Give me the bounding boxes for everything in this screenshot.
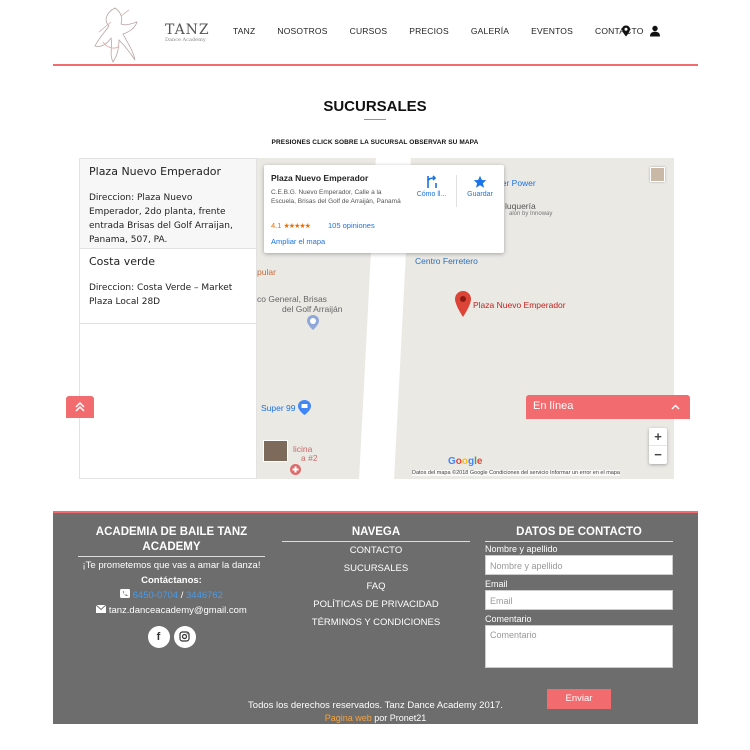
branch-item-costa-verde[interactable]: Costa verde Direccion: Costa Verde – Mar… [80, 249, 256, 324]
site-header: TANZ Dance Academy TANZ NOSOTROS CURSOS … [53, 0, 698, 66]
credit-text: por Pronet21 [371, 713, 427, 723]
logo-dancer-icon[interactable] [85, 2, 159, 64]
map-label-salon: alon by Innoway [509, 211, 553, 217]
branch-name: Costa verde [89, 255, 156, 268]
footer-academy-title: ACADEMIA DE BAILE TANZ ACADEMY [78, 525, 265, 557]
nav-item-eventos[interactable]: EVENTOS [531, 26, 573, 36]
brand-tagline: Dance Academy [165, 37, 206, 43]
map-attribution[interactable]: Datos del mapa ©2018 Google Condiciones … [412, 470, 620, 476]
nav-item-cursos[interactable]: CURSOS [350, 26, 388, 36]
footer-credit: Pagina web por Pronet21 [53, 713, 698, 723]
name-label: Nombre y apellido [485, 544, 558, 554]
footer-promise: ¡Te prometemos que vas a amar la danza! [82, 560, 261, 571]
branch-address: Direccion: Costa Verde – Market Plaza Lo… [89, 283, 233, 307]
chat-widget[interactable]: En línea [526, 395, 690, 419]
branch-address: Direccion: Plaza Nuevo Emperador, 2do pl… [89, 193, 233, 245]
expand-map-link[interactable]: Ampliar el mapa [271, 237, 325, 246]
nav-item-galeria[interactable]: GALERÍA [471, 26, 509, 36]
comment-field[interactable]: Comentario [485, 625, 673, 668]
user-icon[interactable] [649, 25, 661, 37]
title-underline [364, 119, 386, 120]
phone-separator: / [178, 590, 186, 601]
credit-link[interactable]: Pagina web [325, 713, 372, 723]
email-link[interactable]: tanz.danceacademy@gmail.com [109, 605, 247, 616]
social-links: f [78, 626, 265, 648]
brand-name[interactable]: TANZ [165, 22, 210, 38]
google-logo: Google [448, 456, 483, 467]
map-embed[interactable]: per Power luquería alon by Innoway Centr… [257, 158, 674, 479]
email-field[interactable]: Email [485, 590, 673, 610]
envelope-icon [95, 604, 107, 613]
chat-label: En línea [533, 400, 574, 412]
clinic-marker-icon[interactable] [290, 464, 301, 475]
map-label-clinica-2: a #2 [301, 453, 318, 463]
branch-list: Plaza Nuevo Emperador Direccion: Plaza N… [79, 158, 257, 479]
footer-link-contacto[interactable]: CONTACTO [282, 542, 470, 560]
footer-copyright: Todos los derechos reservados. Tanz Danc… [248, 700, 503, 711]
footer-phones: 6450-0704 / 3446762 [78, 589, 265, 602]
nav-item-nosotros[interactable]: NOSOTROS [277, 26, 327, 36]
phone-icon [120, 589, 130, 598]
phone-link-1[interactable]: 6450-0704 [133, 590, 178, 601]
footer-contact-form: DATOS DE CONTACTO Nombre y apellido Nomb… [485, 525, 673, 709]
main-nav: TANZ NOSOTROS CURSOS PRECIOS GALERÍA EVE… [233, 26, 665, 36]
footer-contact-label: Contáctanos: [141, 575, 202, 586]
satellite-toggle-thumbnail[interactable] [650, 167, 665, 182]
street-view-thumbnail[interactable] [263, 440, 288, 462]
double-chevron-up-icon [75, 401, 85, 412]
footer-nav-column: NAVEGA CONTACTO SUCURSALES FAQ POLÍTICAS… [282, 525, 470, 632]
nav-item-tanz[interactable]: TANZ [233, 26, 255, 36]
star-rating-icon: ★★★★★ [283, 223, 311, 230]
directions-label: Cómo ll... [416, 191, 447, 198]
footer-email: tanz.danceacademy@gmail.com [78, 604, 265, 617]
store-marker-icon[interactable] [298, 400, 311, 415]
phone-link-2[interactable]: 3446762 [186, 590, 223, 601]
save-label: Guardar [467, 191, 493, 198]
footer-contact-title: DATOS DE CONTACTO [485, 525, 673, 542]
card-separator [456, 175, 457, 207]
email-label: Email [485, 579, 508, 589]
card-rating: 4.1 ★★★★★ [271, 221, 311, 230]
zoom-in-button[interactable]: + [649, 428, 667, 446]
directions-button[interactable]: Cómo ll... [414, 175, 449, 198]
instagram-icon[interactable] [173, 626, 196, 648]
save-button[interactable]: Guardar [460, 175, 500, 198]
map-label-peluqueria: luquería [505, 201, 536, 211]
chevron-up-icon [671, 404, 680, 410]
directions-icon [426, 175, 437, 188]
map-label-centro-ferretero: Centro Ferretero [415, 256, 478, 266]
card-reviews-link[interactable]: 105 opiniones [328, 221, 375, 230]
footer-link-sucursales[interactable]: SUCURSALES [282, 560, 470, 578]
zoom-out-button[interactable]: − [649, 446, 667, 464]
nav-item-precios[interactable]: PRECIOS [409, 26, 449, 36]
footer-link-faq[interactable]: FAQ [282, 578, 470, 596]
comment-label: Comentario [485, 614, 532, 624]
location-pin-icon[interactable] [620, 25, 632, 37]
map-info-card: Plaza Nuevo Emperador C.E.B.G. Nuevo Emp… [264, 165, 504, 253]
map-pin-icon[interactable] [455, 291, 471, 317]
star-icon [473, 175, 487, 188]
map-label-hospital-2: del Golf Arraiján [282, 304, 343, 314]
name-field[interactable]: Nombre y apellido [485, 555, 673, 575]
footer-link-terms[interactable]: TÉRMINOS Y CONDICIONES [282, 614, 470, 632]
branch-item-plaza-nuevo-emperador[interactable]: Plaza Nuevo Emperador Direccion: Plaza N… [80, 159, 256, 249]
site-footer: ACADEMIA DE BAILE TANZ ACADEMY ¡Te prome… [53, 511, 698, 724]
map-label-popular: pular [257, 267, 276, 277]
footer-link-privacy[interactable]: POLÍTICAS DE PRIVACIDAD [282, 596, 470, 614]
page-instruction: PRESIONES CLICK SOBRE LA SUCURSAL OBSERV… [271, 139, 479, 146]
hospital-marker-icon[interactable] [307, 315, 319, 330]
facebook-icon[interactable]: f [147, 626, 170, 648]
map-label-hospital: co General, Brisas [257, 294, 327, 304]
page-title: SUCURSALES [323, 98, 427, 115]
rating-value: 4.1 [271, 221, 282, 230]
map-label-super-99: Super 99 [261, 403, 296, 413]
footer-nav-title: NAVEGA [282, 525, 470, 542]
scroll-to-top-button[interactable] [66, 396, 94, 418]
map-pin-label: Plaza Nuevo Emperador [473, 300, 566, 310]
zoom-controls: + − [649, 428, 667, 464]
card-title: Plaza Nuevo Emperador [271, 173, 369, 183]
branch-name: Plaza Nuevo Emperador [89, 165, 222, 178]
footer-academy-column: ACADEMIA DE BAILE TANZ ACADEMY ¡Te prome… [78, 525, 265, 648]
card-address: C.E.B.G. Nuevo Emperador, Calle a la Esc… [271, 189, 401, 205]
